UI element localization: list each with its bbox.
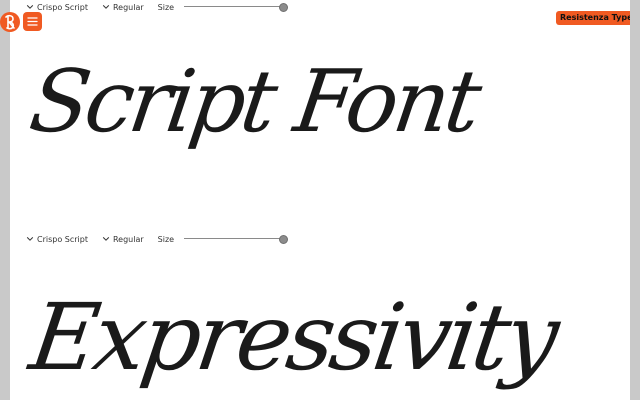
chevron-down-icon bbox=[26, 237, 34, 241]
font-family-dropdown[interactable]: Crispo Script bbox=[26, 3, 88, 12]
font-style-dropdown[interactable]: Regular bbox=[102, 3, 144, 12]
logo-glyph bbox=[5, 14, 15, 30]
size-slider[interactable] bbox=[184, 234, 289, 244]
font-family-dropdown[interactable]: Crispo Script bbox=[26, 235, 88, 244]
font-style-label: Regular bbox=[112, 2, 144, 12]
size-label: Size bbox=[157, 234, 175, 244]
font-style-dropdown[interactable]: Regular bbox=[102, 235, 144, 244]
size-slider-track bbox=[184, 238, 285, 239]
type-sample-text[interactable]: Expressivity bbox=[24, 284, 562, 391]
chevron-down-icon bbox=[102, 5, 110, 9]
type-tester-toolbar-2: Crispo Script Regular Size bbox=[26, 232, 386, 246]
hamburger-menu-button[interactable] bbox=[23, 12, 42, 31]
brand-link[interactable]: Resistenza Type bbox=[556, 11, 630, 25]
resistenza-logo-icon[interactable] bbox=[0, 12, 20, 32]
font-family-label: Crispo Script bbox=[37, 234, 88, 244]
chevron-down-icon bbox=[102, 237, 110, 241]
size-slider-thumb[interactable] bbox=[279, 235, 289, 244]
chevron-down-icon bbox=[26, 5, 34, 9]
size-slider-thumb[interactable] bbox=[279, 3, 289, 12]
type-tester-page: Crispo Script Regular Size Script Font C… bbox=[10, 0, 630, 400]
font-style-label: Regular bbox=[112, 234, 144, 244]
type-tester-toolbar-1: Crispo Script Regular Size bbox=[26, 0, 386, 14]
size-slider-track bbox=[184, 6, 285, 7]
size-slider[interactable] bbox=[184, 2, 289, 12]
type-sample-text[interactable]: Script Font bbox=[24, 52, 483, 152]
hamburger-menu-icon bbox=[27, 17, 38, 26]
font-family-label: Crispo Script bbox=[37, 2, 88, 12]
size-label: Size bbox=[157, 2, 175, 12]
